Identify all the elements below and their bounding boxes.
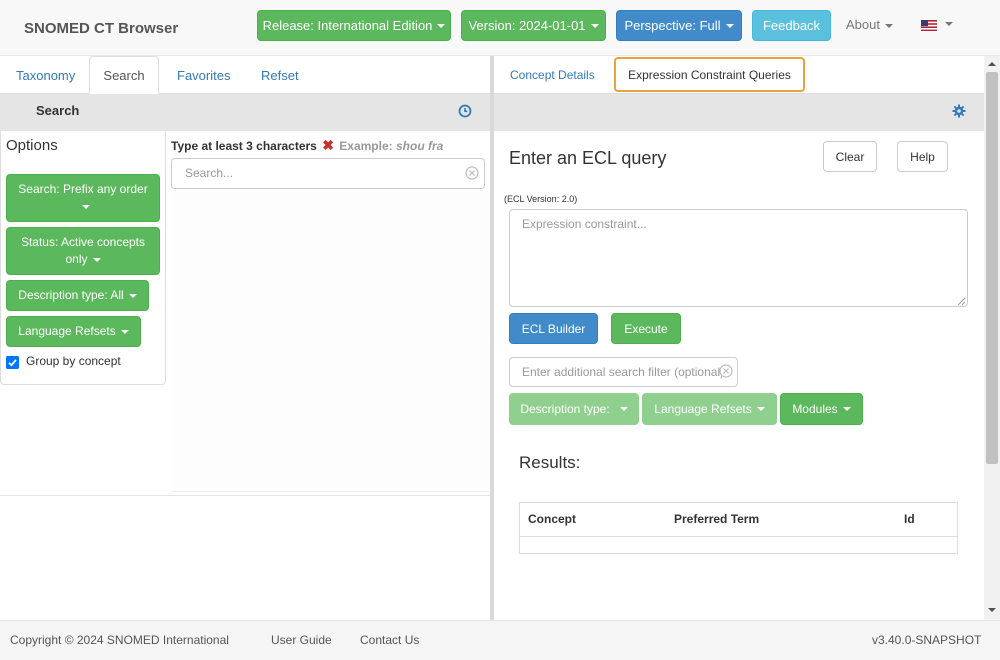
column-header-id[interactable]: Id	[904, 512, 915, 526]
us-flag-icon	[921, 20, 937, 31]
ecl-builder-button[interactable]: ECL Builder	[509, 313, 598, 344]
chevron-down-icon	[725, 23, 734, 28]
chevron-down-icon	[619, 407, 628, 411]
about-label: About	[846, 17, 880, 32]
search-hint-text: Type at least 3 characters	[171, 139, 317, 153]
ecl-version: (ECL Version: 2.0)	[504, 194, 578, 204]
ecl-description-type-dropdown[interactable]: Description type:	[509, 393, 639, 425]
search-results-area	[171, 190, 489, 492]
example-label: Example:	[339, 139, 393, 153]
status-label: Status: Active concepts only	[20, 235, 146, 266]
version-dropdown-button[interactable]: Version: 2024-01-01	[461, 10, 606, 41]
tab-taxonomy[interactable]: Taxonomy	[0, 56, 91, 94]
column-header-concept[interactable]: Concept	[528, 512, 576, 526]
language-refsets-dropdown[interactable]: Language Refsets	[6, 316, 141, 347]
chevron-down-icon	[81, 204, 90, 209]
ecl-language-refsets-label: Language Refsets	[654, 402, 752, 416]
copyright-text: Copyright © 2024 SNOMED International	[10, 633, 229, 647]
search-hint: Type at least 3 characters ✖ Example: sh…	[171, 137, 443, 154]
scroll-down-arrow-icon[interactable]	[987, 606, 997, 614]
search-mode-dropdown[interactable]: Search: Prefix any order	[6, 174, 160, 222]
language-dropdown[interactable]	[921, 19, 953, 34]
tab-refset[interactable]: Refset	[245, 56, 315, 94]
options-title: Options	[6, 137, 58, 154]
chevron-down-icon	[944, 21, 953, 26]
left-tab-bar: Taxonomy Search Favorites Refset	[0, 56, 490, 94]
search-mode-label: Search: Prefix any order	[15, 181, 151, 215]
release-label: Release: International Edition	[262, 18, 433, 33]
contact-us-link[interactable]: Contact Us	[360, 633, 419, 647]
chevron-down-icon	[128, 293, 137, 298]
chevron-down-icon	[884, 23, 893, 28]
description-type-dropdown[interactable]: Description type: All	[6, 280, 149, 311]
chevron-down-icon	[756, 407, 765, 411]
perspective-dropdown-button[interactable]: Perspective: Full	[616, 10, 742, 41]
execute-button[interactable]: Execute	[611, 313, 681, 344]
results-title: Results:	[519, 453, 581, 472]
column-header-preferred-term[interactable]: Preferred Term	[674, 512, 759, 526]
chevron-down-icon	[120, 329, 129, 334]
tab-favorites[interactable]: Favorites	[161, 56, 246, 94]
modules-dropdown[interactable]: Modules	[780, 393, 863, 425]
example-text: shou fra	[395, 139, 444, 153]
language-refsets-label: Language Refsets	[18, 324, 116, 338]
clear-search-icon[interactable]	[465, 166, 479, 180]
ecl-placeholder: Expression constraint...	[522, 217, 647, 231]
table-header-divider	[520, 536, 957, 537]
about-dropdown[interactable]: About	[846, 17, 893, 32]
divider	[0, 495, 490, 496]
scrollbar-thumb[interactable]	[986, 72, 998, 464]
version-label: Version: 2024-01-01	[468, 18, 586, 33]
perspective-label: Perspective: Full	[624, 18, 721, 33]
search-panel-title: Search	[36, 103, 80, 118]
help-button[interactable]: Help	[897, 141, 948, 172]
group-by-concept-checkbox[interactable]	[6, 356, 19, 369]
results-table	[519, 502, 958, 554]
tab-expression-constraint-queries[interactable]: Expression Constraint Queries	[614, 57, 805, 92]
chevron-down-icon	[842, 407, 851, 411]
gear-icon[interactable]	[952, 104, 966, 118]
history-icon[interactable]	[458, 104, 472, 118]
group-by-concept-label: Group by concept	[26, 354, 121, 368]
chevron-down-icon	[437, 23, 446, 28]
ecl-title: Enter an ECL query	[509, 148, 667, 168]
tab-search[interactable]: Search	[89, 56, 159, 94]
release-dropdown-button[interactable]: Release: International Edition	[257, 10, 451, 41]
user-guide-link[interactable]: User Guide	[271, 633, 332, 647]
app-version: v3.40.0-SNAPSHOT	[872, 633, 982, 647]
feedback-button[interactable]: Feedback	[752, 10, 831, 41]
ecl-panel-header	[494, 94, 984, 131]
modules-label: Modules	[792, 402, 838, 416]
ecl-language-refsets-dropdown[interactable]: Language Refsets	[642, 393, 777, 425]
clear-button[interactable]: Clear	[823, 141, 877, 172]
search-placeholder: Search...	[185, 166, 234, 180]
clear-filter-icon[interactable]	[719, 364, 733, 378]
tab-concept-details[interactable]: Concept Details	[510, 56, 595, 94]
pane-resizer[interactable]	[490, 56, 494, 620]
status-dropdown[interactable]: Status: Active concepts only	[6, 227, 160, 275]
app-brand[interactable]: SNOMED CT Browser	[24, 20, 178, 37]
chevron-down-icon	[92, 257, 101, 262]
chevron-down-icon	[590, 23, 599, 28]
resize-handle-icon[interactable]	[957, 297, 966, 306]
search-filter-placeholder: Enter additional search filter (optional…	[522, 365, 722, 379]
description-type-label: Description type: All	[18, 288, 124, 302]
scroll-up-arrow-icon[interactable]	[987, 60, 997, 68]
ecl-description-type-label: Description type:	[520, 402, 610, 416]
right-tab-bar: Concept Details Expression Constraint Qu…	[494, 56, 984, 94]
error-x-icon: ✖	[322, 137, 334, 153]
